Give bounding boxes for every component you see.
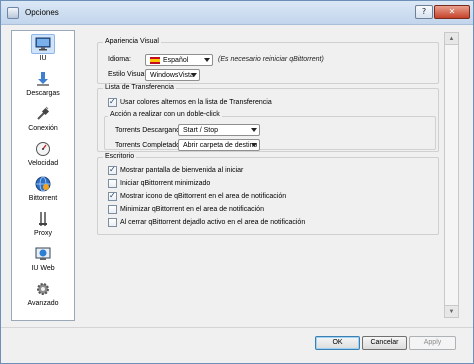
title-bar[interactable]: Opciones ? ✕ bbox=[1, 1, 473, 25]
cancel-button[interactable]: Cancelar bbox=[362, 336, 407, 350]
sidebar-item-label: Avanzado bbox=[27, 300, 59, 307]
scroll-down-icon[interactable]: ▼ bbox=[445, 305, 458, 317]
chevron-down-icon bbox=[204, 58, 210, 62]
downloading-action-value: Start / Stop bbox=[183, 127, 219, 134]
downloading-label: Torrents Descargando: bbox=[115, 127, 186, 134]
sidebar-item-label: IU bbox=[39, 55, 47, 62]
sidebar-item-label: Proxy bbox=[34, 230, 52, 237]
transfer-list-title: Lista de Transferencia bbox=[103, 84, 176, 91]
sidebar-item-bittorrent[interactable]: Bittorrent bbox=[12, 174, 74, 210]
restart-note: (Es necesario reiniciar qBittorrent) bbox=[218, 56, 324, 63]
close-button[interactable]: ✕ bbox=[434, 5, 470, 19]
splash-screen-label: Mostrar pantalla de bienvenida al inicia… bbox=[120, 167, 244, 174]
language-value: Español bbox=[163, 57, 189, 64]
category-sidebar: IU Descargas Conexión Velocidad Bittorre… bbox=[11, 30, 75, 321]
apply-button[interactable]: Apply bbox=[409, 336, 456, 350]
help-button[interactable]: ? bbox=[415, 5, 433, 19]
chevron-down-icon bbox=[251, 143, 257, 147]
sidebar-item-label: Descargas bbox=[26, 90, 60, 97]
close-to-tray-label: Al cerrar qBittorrent dejadlo activo en … bbox=[120, 219, 306, 226]
monitor-icon bbox=[35, 37, 51, 51]
sidebar-item-label: IU Web bbox=[31, 265, 55, 272]
spain-flag-icon bbox=[150, 57, 160, 64]
ok-button[interactable]: OK bbox=[315, 336, 360, 350]
download-arrow-icon bbox=[37, 72, 49, 86]
window-icon bbox=[7, 7, 19, 19]
tray-icon-checkbox[interactable] bbox=[108, 191, 117, 201]
speedometer-icon bbox=[36, 142, 50, 156]
scroll-up-icon[interactable]: ▲ bbox=[445, 33, 458, 45]
start-minimized-label: Iniciar qBittorrent minimizado bbox=[120, 180, 211, 187]
sidebar-item-conexion[interactable]: Conexión bbox=[12, 104, 74, 140]
connection-plug-icon bbox=[37, 106, 50, 120]
vertical-scrollbar[interactable]: ▲ ▼ bbox=[444, 32, 459, 318]
tray-icon-label: Mostrar icono de qBittorrent en el area … bbox=[120, 193, 287, 200]
completed-action-value: Abrir carpeta de destino bbox=[183, 142, 258, 149]
minimize-to-tray-label: Minimizar qBittorrent en el area de noti… bbox=[120, 206, 264, 213]
minimize-to-tray-checkbox[interactable] bbox=[108, 205, 117, 214]
chevron-down-icon bbox=[191, 73, 197, 77]
sidebar-item-iu[interactable]: IU bbox=[12, 34, 74, 70]
close-to-tray-checkbox[interactable] bbox=[108, 218, 117, 227]
alternate-colors-checkbox[interactable] bbox=[108, 97, 117, 107]
proxy-icon bbox=[39, 212, 47, 226]
options-window: Opciones ? ✕ IU Descargas Conexión Veloc… bbox=[0, 0, 474, 364]
settings-panel: Apariencia Visual Idioma: Español (Es ne… bbox=[95, 32, 441, 319]
sidebar-item-label: Conexión bbox=[28, 125, 58, 132]
sidebar-item-avanzado[interactable]: Avanzado bbox=[12, 279, 74, 315]
alternate-colors-label: Usar colores alternos en la lista de Tra… bbox=[120, 99, 272, 106]
gear-icon bbox=[37, 283, 49, 295]
language-select[interactable]: Español bbox=[145, 54, 213, 66]
completed-action-select[interactable]: Abrir carpeta de destino bbox=[178, 139, 260, 151]
appearance-title: Apariencia Visual bbox=[103, 38, 161, 45]
chevron-down-icon bbox=[251, 128, 257, 132]
sidebar-item-descargas[interactable]: Descargas bbox=[12, 69, 74, 105]
bittorrent-globe-icon bbox=[35, 176, 51, 192]
style-label: Estilo Visual: bbox=[108, 71, 148, 78]
sidebar-item-label: Bittorrent bbox=[28, 195, 58, 202]
completed-label: Torrents Completados: bbox=[115, 142, 186, 149]
language-label: Idioma: bbox=[108, 56, 131, 63]
downloading-action-select[interactable]: Start / Stop bbox=[178, 124, 260, 136]
web-ui-icon bbox=[35, 247, 51, 260]
style-value: WindowsVista bbox=[150, 72, 194, 79]
double-click-title: Acción a realizar con un doble-click bbox=[108, 111, 222, 118]
footer-divider bbox=[1, 327, 473, 328]
sidebar-item-proxy[interactable]: Proxy bbox=[12, 209, 74, 245]
sidebar-item-iu-web[interactable]: IU Web bbox=[12, 244, 74, 280]
start-minimized-checkbox[interactable] bbox=[108, 179, 117, 188]
sidebar-item-velocidad[interactable]: Velocidad bbox=[12, 139, 74, 175]
window-title: Opciones bbox=[25, 8, 59, 17]
splash-screen-checkbox[interactable] bbox=[108, 165, 117, 175]
sidebar-item-label: Velocidad bbox=[27, 160, 59, 167]
desktop-title: Escritorio bbox=[103, 153, 137, 160]
style-select[interactable]: WindowsVista bbox=[145, 69, 200, 81]
